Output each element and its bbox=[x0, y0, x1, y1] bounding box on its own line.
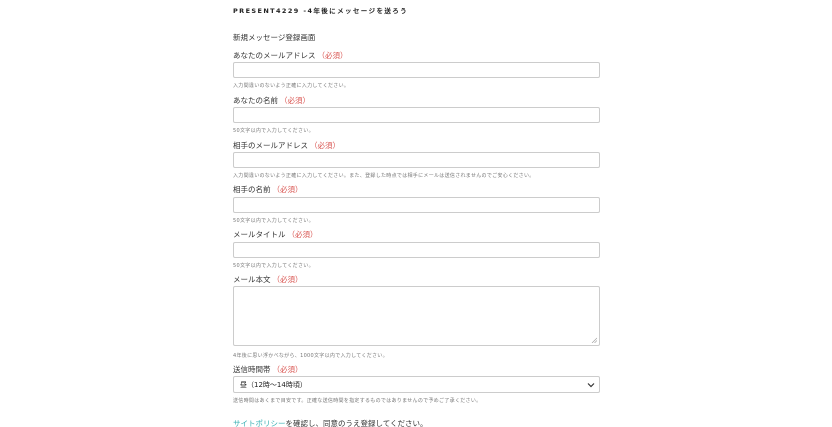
send-time-select[interactable]: 昼（12時〜14時頃） bbox=[233, 376, 600, 393]
chevron-down-icon bbox=[587, 383, 595, 388]
send-time-help: 送信時間はあくまで目安です。正確な送信時間を指定するものではありませんので予めご… bbox=[233, 398, 482, 404]
recipient-name-help: 50文字以内で入力してください。 bbox=[233, 218, 314, 224]
send-time-selected-value: 昼（12時〜14時頃） bbox=[240, 381, 307, 389]
required-mark: （必須） bbox=[287, 230, 318, 239]
recipient-name-label-text: 相手の名前 bbox=[233, 185, 271, 194]
form-heading: 新規メッセージ登録画面 bbox=[233, 33, 316, 42]
your-name-help: 50文字以内で入力してください。 bbox=[233, 128, 314, 134]
required-mark: （必須） bbox=[272, 185, 303, 194]
your-email-help: 入力間違いのないよう正確に入力してください。 bbox=[233, 83, 350, 89]
mail-title-label: メールタイトル （必須） bbox=[233, 229, 318, 240]
mail-title-label-text: メールタイトル bbox=[233, 230, 286, 239]
recipient-name-label: 相手の名前 （必須） bbox=[233, 184, 303, 195]
mail-body-label: メール本文 （必須） bbox=[233, 274, 303, 285]
consent-text: サイトポリシーを確認し、同意のうえ登録してください。 bbox=[233, 418, 428, 427]
site-policy-link[interactable]: サイトポリシー bbox=[233, 419, 286, 427]
page: PRESENT4229 -4年後にメッセージを送ろう 新規メッセージ登録画面 あ… bbox=[0, 0, 832, 427]
your-email-label: あなたのメールアドレス （必須） bbox=[233, 50, 348, 61]
recipient-email-input[interactable] bbox=[233, 152, 600, 168]
required-mark: （必須） bbox=[310, 141, 340, 150]
mail-body-label-text: メール本文 bbox=[233, 275, 271, 284]
required-mark: （必須） bbox=[272, 275, 303, 284]
your-name-label: あなたの名前 （必須） bbox=[233, 95, 310, 106]
resize-handle-icon[interactable] bbox=[591, 337, 597, 343]
consent-message: を確認し、同意のうえ登録してください。 bbox=[285, 419, 428, 427]
required-mark: （必須） bbox=[272, 365, 303, 374]
recipient-name-input[interactable] bbox=[233, 197, 600, 213]
mail-title-help: 50文字以内で入力してください。 bbox=[233, 263, 314, 269]
send-time-label: 送信時間帯 （必須） bbox=[233, 364, 303, 375]
required-mark: （必須） bbox=[317, 51, 348, 60]
recipient-email-label-text: 相手のメールアドレス bbox=[233, 141, 308, 150]
recipient-email-help: 入力間違いのないよう正確に入力してください。また、登録した時点では相手にメールは… bbox=[233, 173, 535, 179]
your-email-label-text: あなたのメールアドレス bbox=[233, 51, 316, 60]
mail-body-help: 4年後に思い浮かべながら、1000文字以内で入力してください。 bbox=[233, 353, 388, 359]
mail-body-textarea[interactable] bbox=[233, 286, 600, 346]
mail-title-input[interactable] bbox=[233, 242, 600, 258]
your-email-input[interactable] bbox=[233, 62, 600, 78]
your-name-input[interactable] bbox=[233, 107, 600, 123]
recipient-email-label: 相手のメールアドレス （必須） bbox=[233, 140, 340, 151]
site-title: PRESENT4229 -4年後にメッセージを送ろう bbox=[233, 7, 409, 15]
required-mark: （必須） bbox=[280, 96, 310, 105]
send-time-label-text: 送信時間帯 bbox=[233, 365, 271, 374]
your-name-label-text: あなたの名前 bbox=[233, 96, 278, 105]
